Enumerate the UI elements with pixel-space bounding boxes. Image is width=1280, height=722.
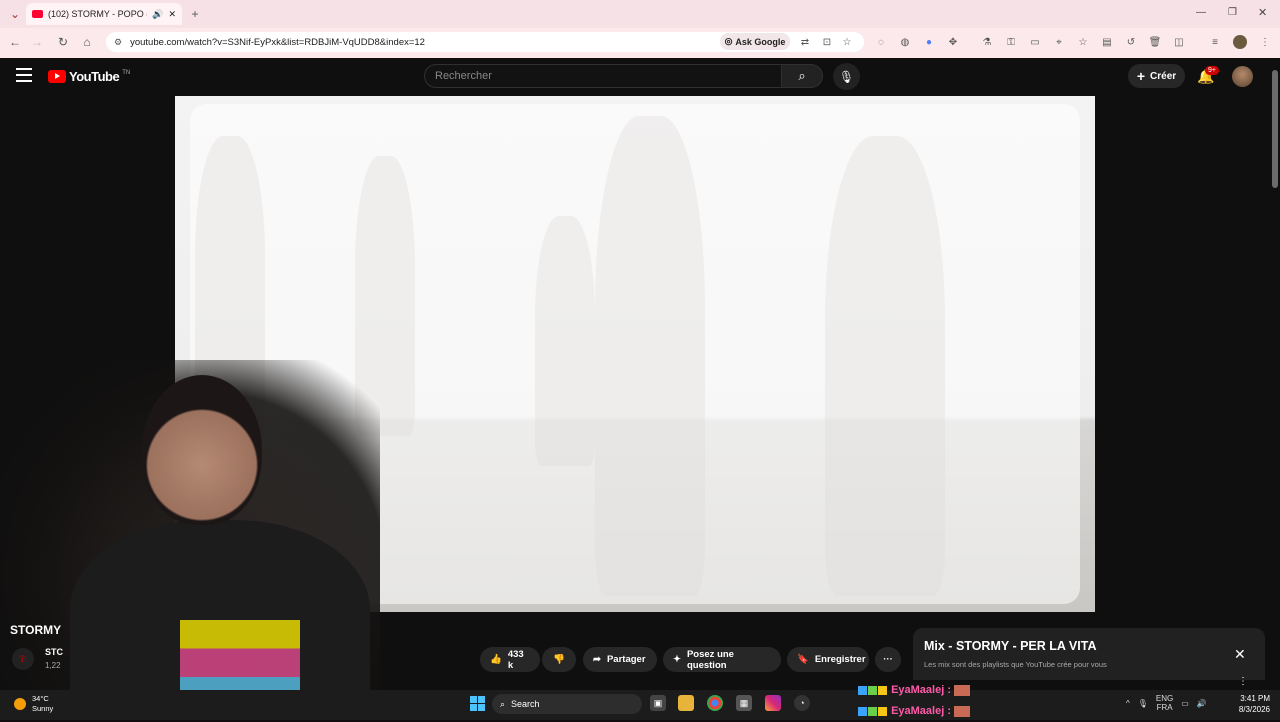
plus-icon: + [1136,68,1146,84]
search-input[interactable]: Rechercher [424,64,782,88]
system-tray: ^ 🎙 ENG FRA ▭ 🔊 [1126,694,1207,712]
more-horizontal-icon: ··· [883,654,893,665]
channel-avatar[interactable]: 𝔇 [12,648,34,670]
browser-tab[interactable]: (102) STORMY - POPO (M... 🔊 ✕ [26,3,182,25]
close-icon[interactable]: ✕ [1234,646,1246,663]
mix-subtitle: Les mix sont des playlists que YouTube c… [924,660,1107,669]
subscriber-count: 1,22 [45,661,61,670]
bookmarks-icon[interactable]: ☆ [1076,35,1090,49]
extension-icon-4[interactable]: ⚗ [980,35,994,49]
chrome-icon[interactable] [707,695,723,711]
reload-button[interactable]: ↻ [54,33,72,51]
sparkle-icon: ✦ [673,654,681,665]
network-icon[interactable]: ▭ [1181,699,1189,708]
install-app-icon[interactable]: ⊡ [820,35,834,49]
taskbar-clock[interactable]: 3:41 PM 8/3/2026 [1230,693,1270,715]
webcam-person-head [142,375,262,525]
close-window-button[interactable]: ✕ [1258,6,1267,19]
volume-icon[interactable]: 🔊 [1197,699,1207,708]
back-button[interactable]: ← [6,33,24,51]
app-icon[interactable]: ◔ [794,695,810,711]
translate-icon[interactable]: ⇄ [798,35,812,49]
payment-card-icon[interactable]: ▭ [1028,35,1042,49]
language-indicator[interactable]: ENG FRA [1156,694,1173,712]
tray-mic-icon[interactable]: 🎙 [1138,699,1148,708]
youtube-play-icon [48,70,66,83]
share-button[interactable]: ➦ Partager [583,647,657,672]
mix-title: Mix - STORMY - PER LA VITA [924,639,1097,653]
taskbar-search[interactable]: ⌕ Search [492,694,642,714]
channel-name[interactable]: STC [45,647,63,657]
browser-menu-icon[interactable]: ⋮ [1258,35,1272,49]
tab-title: (102) STORMY - POPO (M... [48,9,147,19]
tray-chevron-icon[interactable]: ^ [1126,699,1130,708]
tab-search-icon[interactable]: ⌄ [6,5,24,23]
windows-start-icon[interactable] [470,696,485,711]
scrollbar-thumb[interactable] [1272,70,1278,188]
audio-playing-icon[interactable]: 🔊 [152,9,163,20]
task-view-icon[interactable]: ▣ [650,695,666,711]
thumbs-down-icon: 👎 [553,654,565,665]
instagram-icon[interactable] [765,695,781,711]
ask-google-button[interactable]: ◎ Ask Google [720,33,790,50]
notification-count-badge: 9+ [1205,66,1219,75]
share-arrow-icon: ➦ [593,654,601,665]
lens-icon: ◎ [724,36,733,46]
voice-search-button[interactable]: 🎙 [833,63,860,90]
thumbs-up-icon: 👍 [490,654,502,665]
youtube-logo[interactable]: YouTube TN [48,69,130,84]
ask-question-button[interactable]: ✦ Posez une question [663,647,781,672]
mix-playlist-panel [913,628,1265,680]
extensions-puzzle-icon[interactable]: ✥ [946,35,960,49]
media-controls-icon[interactable]: ≡ [1208,35,1222,49]
bookmark-star-icon[interactable]: ☆ [840,35,854,49]
video-title: STORMY [10,623,62,637]
search-icon: ⌕ [798,68,806,83]
search-icon: ⌕ [500,698,506,709]
url-text: youtube.com/watch?v=S3Nif-EyPxk&list=RDB… [130,36,425,48]
home-button[interactable]: ⌂ [78,33,96,51]
history-icon[interactable]: ↺ [1124,35,1138,49]
create-button[interactable]: + Créer [1128,64,1185,88]
forward-button[interactable]: → [28,33,46,51]
restore-window-button[interactable]: ❐ [1228,7,1237,18]
file-explorer-icon[interactable] [678,695,694,711]
location-pin-icon[interactable]: ⌖ [1052,35,1066,49]
like-button[interactable]: 👍 433 k [480,647,540,672]
dislike-button[interactable]: 👎 [542,647,576,672]
more-actions-button[interactable]: ··· [875,647,901,672]
search-button[interactable]: ⌕ [781,64,823,88]
mix-more-icon[interactable]: ⋮ [1238,676,1248,687]
extension-icon-2[interactable]: ◍ [898,35,912,49]
store-icon[interactable]: ▦ [736,695,752,711]
delete-icon[interactable]: 🗑 [1148,35,1162,49]
minimize-window-button[interactable]: — [1196,7,1206,18]
extension-icon-1[interactable]: ◌ [874,35,888,49]
new-tab-button[interactable]: + [186,5,204,23]
youtube-favicon-icon [32,10,43,18]
site-info-icon[interactable]: ⚙ [114,37,122,48]
microphone-icon: 🎙 [838,69,855,84]
extension-icon-3[interactable]: ● [922,35,936,49]
weather-widget[interactable]: 34°C Sunny [14,694,53,714]
account-avatar[interactable] [1232,66,1253,87]
profile-avatar-icon[interactable] [1233,35,1247,49]
bookmark-icon: 🔖 [797,654,809,665]
tab-close-icon[interactable]: ✕ [168,9,176,20]
sun-icon [14,698,26,710]
password-key-icon[interactable]: ⚿ [1004,35,1018,49]
stream-chat-overlay: EyaMaalej : EyaMaalej : [858,680,971,722]
reading-list-icon[interactable]: ▤ [1100,35,1114,49]
hamburger-menu-icon[interactable] [16,68,32,82]
save-button[interactable]: 🔖 Enregistrer [787,647,869,672]
split-view-icon[interactable]: ◫ [1172,35,1186,49]
